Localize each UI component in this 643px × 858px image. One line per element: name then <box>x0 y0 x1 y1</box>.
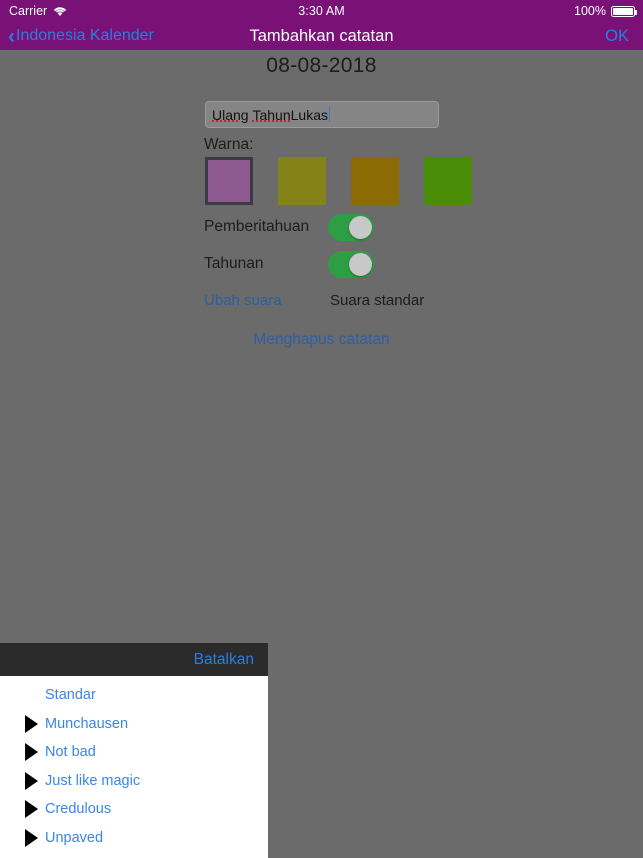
sound-item-label: Just like magic <box>45 772 141 789</box>
status-bar: Carrier 3:30 AM 100% <box>0 0 643 22</box>
toggle-tahunan[interactable] <box>328 250 374 278</box>
play-icon[interactable] <box>25 828 38 847</box>
sound-item-label: Munchausen <box>45 715 129 732</box>
list-item[interactable]: Unpaved <box>0 824 268 853</box>
sound-item-label: Standar <box>45 687 96 704</box>
sound-setting-row: Ubah suara Suara standar <box>204 292 444 309</box>
ok-button[interactable]: OK <box>605 27 629 46</box>
sound-item-label: Not bad <box>45 744 96 761</box>
sound-picker-list: Standar Munchausen Not bad Just like mag… <box>0 676 268 858</box>
cancel-button[interactable]: Batalkan <box>194 651 254 669</box>
list-item[interactable]: Just like magic <box>0 767 268 796</box>
list-item[interactable]: Standar <box>0 681 268 710</box>
sound-item-label: Unpaved <box>45 829 104 846</box>
setting-label-tahunan: Tahunan <box>204 255 264 272</box>
play-icon[interactable] <box>25 743 38 762</box>
color-section-label: Warna: <box>204 136 254 153</box>
navigation-bar: ‹ Indonesia Kalender Tambahkan catatan O… <box>0 22 643 50</box>
status-bar-time: 3:30 AM <box>298 4 345 18</box>
list-item[interactable]: Not bad <box>0 738 268 767</box>
change-sound-link[interactable]: Ubah suara <box>204 292 282 309</box>
play-icon[interactable] <box>25 771 38 790</box>
color-swatch-olive[interactable] <box>278 157 326 205</box>
date-header: 08-08-2018 <box>266 54 377 77</box>
list-item[interactable]: Munchausen <box>0 710 268 739</box>
setting-label-pemberitahuan: Pemberitahuan <box>204 218 310 235</box>
color-swatch-dark-gold[interactable] <box>351 157 399 205</box>
play-icon[interactable] <box>25 714 38 733</box>
toggle-pemberitahuan[interactable] <box>328 213 374 241</box>
battery-full-icon <box>611 5 638 17</box>
note-title-field-wrapper: Ulang Tahun Lukas <box>205 101 439 128</box>
sound-picker-header: Batalkan <box>0 643 268 676</box>
color-swatch-row <box>205 157 472 205</box>
color-swatch-purple[interactable] <box>205 157 253 205</box>
list-item[interactable]: Credulous <box>0 795 268 824</box>
play-icon[interactable] <box>25 800 38 819</box>
setting-row-pemberitahuan: Pemberitahuan <box>204 213 434 241</box>
page-title: Tambahkan catatan <box>249 26 394 45</box>
note-title-input[interactable] <box>205 101 439 128</box>
battery-percent-label: 100% <box>574 4 606 18</box>
current-sound-label: Suara standar <box>330 292 425 309</box>
color-swatch-green[interactable] <box>424 157 472 205</box>
app-screen: Carrier 3:30 AM 100% ‹ Indonesia Kalende… <box>0 0 643 858</box>
sound-item-label: Credulous <box>45 801 112 818</box>
delete-note-link[interactable]: Menghapus catatan <box>0 331 643 349</box>
sound-picker-popup: Batalkan Standar Munchausen Not bad Just… <box>0 643 268 858</box>
setting-row-tahunan: Tahunan <box>204 250 434 278</box>
toggle-knob <box>349 215 372 239</box>
status-bar-right: 100% <box>574 4 638 18</box>
toggle-knob <box>349 252 372 276</box>
